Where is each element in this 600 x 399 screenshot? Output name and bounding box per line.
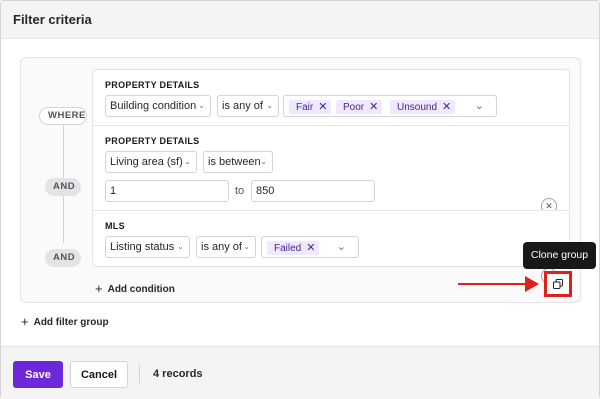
add-condition-button[interactable]: + Add condition <box>95 281 175 296</box>
add-filter-group-label: Add filter group <box>33 317 109 328</box>
filter-group: WHERE AND AND PROPERTY DETAILS Building … <box>20 57 581 303</box>
value-multiselect[interactable]: Failed ✕ ⌄ <box>261 236 359 258</box>
and-pill[interactable]: AND <box>45 249 81 267</box>
where-pill: WHERE <box>39 107 87 125</box>
operator-select[interactable]: is between ⌄ <box>203 151 273 173</box>
close-icon[interactable]: ✕ <box>306 242 315 254</box>
modal-title: Filter criteria <box>13 12 92 27</box>
condition-section-label: PROPERTY DETAILS <box>105 80 200 90</box>
condition-row: MLS Listing status ⌄ is any of ⌄ Failed ✕… <box>92 210 570 267</box>
max-value-input[interactable]: 850 <box>251 180 375 202</box>
clone-group-tooltip: Clone group <box>523 242 596 269</box>
condition-row: PROPERTY DETAILS Building condition ⌄ is… <box>92 69 570 126</box>
clone-group-button[interactable] <box>544 271 572 297</box>
annotation-arrow <box>458 283 528 285</box>
value-tag: Fair ✕ <box>289 100 332 114</box>
and-pill[interactable]: AND <box>45 178 81 196</box>
divider <box>139 365 140 383</box>
chevron-down-icon[interactable]: ⌄ <box>337 237 346 257</box>
value-tag: Poor ✕ <box>336 100 383 114</box>
operator-select[interactable]: is any of ⌄ <box>217 95 279 117</box>
operator-select-value: is between <box>208 156 261 168</box>
operator-select[interactable]: is any of ⌄ <box>196 236 256 258</box>
range-to-label: to <box>235 185 245 197</box>
condition-section-label: MLS <box>105 221 125 231</box>
operator-select-value: is any of <box>222 100 263 112</box>
condition-row: PROPERTY DETAILS Living area (sf) ⌄ is b… <box>92 125 570 211</box>
value-tag-label: Failed <box>274 243 302 254</box>
filter-criteria-modal: Filter criteria WHERE AND AND PROPERTY D… <box>0 0 600 399</box>
condition-section-label: PROPERTY DETAILS <box>105 136 200 146</box>
add-filter-group-button[interactable]: + Add filter group <box>21 314 109 329</box>
records-count: 4 records <box>153 368 203 380</box>
value-tag-label: Unsound <box>397 102 438 113</box>
field-select-value: Listing status <box>110 241 175 253</box>
chevron-down-icon[interactable]: ⌄ <box>475 96 484 116</box>
modal-header: Filter criteria <box>1 1 599 39</box>
chevron-down-icon: ⌄ <box>260 157 267 166</box>
annotation-arrow-head <box>525 276 539 292</box>
plus-icon: + <box>21 314 29 329</box>
operator-select-value: is any of <box>201 241 242 253</box>
chevron-down-icon: ⌄ <box>266 101 273 110</box>
copy-icon <box>553 279 563 289</box>
value-tag: Failed ✕ <box>267 241 320 255</box>
field-select[interactable]: Living area (sf) ⌄ <box>105 151 197 173</box>
value-multiselect[interactable]: Fair ✕ Poor ✕ Unsound ✕ ⌄ <box>283 95 497 117</box>
cancel-button[interactable]: Cancel <box>70 361 128 388</box>
modal-footer: Save Cancel 4 records <box>1 346 599 399</box>
value-tag-label: Fair <box>296 102 314 113</box>
min-value-input[interactable]: 1 <box>105 180 229 202</box>
field-select-value: Living area (sf) <box>110 156 183 168</box>
save-button[interactable]: Save <box>13 361 63 388</box>
add-condition-label: Add condition <box>107 284 175 295</box>
chevron-down-icon: ⌄ <box>177 242 184 251</box>
chevron-down-icon: ⌄ <box>184 157 191 166</box>
chevron-down-icon: ⌄ <box>198 101 205 110</box>
field-select[interactable]: Listing status ⌄ <box>105 236 190 258</box>
close-icon[interactable]: ✕ <box>369 101 378 113</box>
value-tag: Unsound ✕ <box>390 100 456 114</box>
modal-body: WHERE AND AND PROPERTY DETAILS Building … <box>1 39 599 346</box>
value-tag-label: Poor <box>343 102 365 113</box>
close-icon[interactable]: ✕ <box>318 101 327 113</box>
field-select[interactable]: Building condition ⌄ <box>105 95 211 117</box>
plus-icon: + <box>95 281 103 296</box>
close-icon[interactable]: ✕ <box>442 101 451 113</box>
field-select-value: Building condition <box>110 100 197 112</box>
chevron-down-icon: ⌄ <box>243 242 250 251</box>
